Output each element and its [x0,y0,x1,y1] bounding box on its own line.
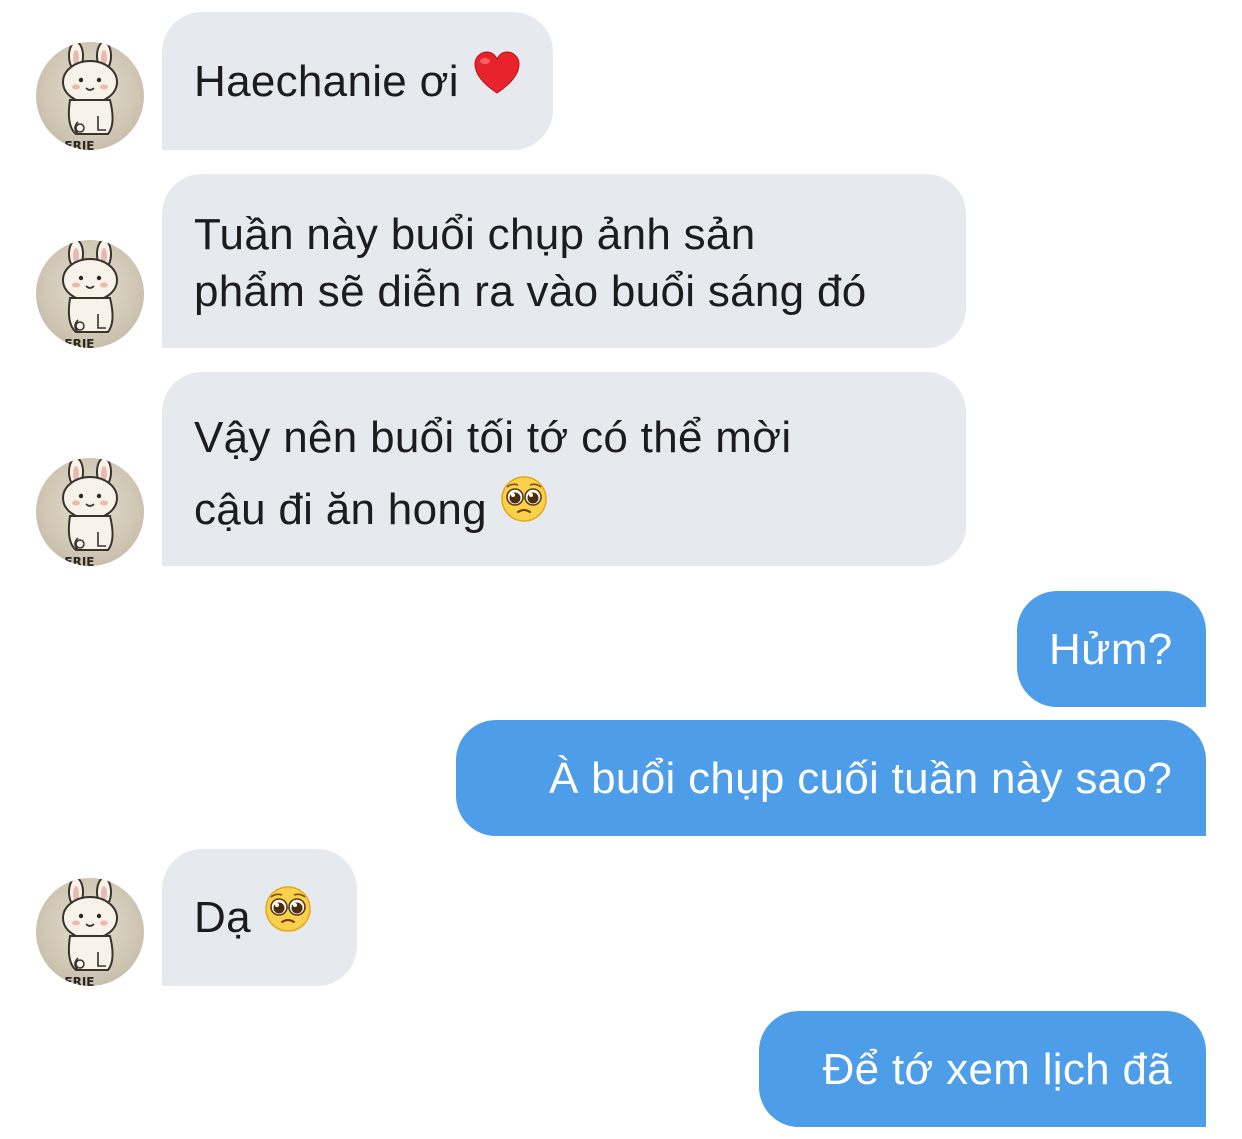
incoming-message-bubble[interactable]: Tuần này buổi chụp ảnh sản phẩm sẽ diễn … [162,174,966,348]
incoming-message-bubble[interactable]: Dạ [162,849,357,986]
avatar[interactable] [36,240,144,348]
avatar[interactable] [36,458,144,566]
bunny-sticker-icon [51,240,118,348]
message-text: Haechanie ơi [194,57,459,106]
message-text: phẩm sẽ diễn ra vào buổi sáng đó [194,267,867,316]
incoming-message-bubble[interactable]: Vậy nên buổi tối tớ có thể mời cậu đi ăn… [162,372,966,566]
message-text: Dạ [194,893,251,942]
avatar[interactable] [36,878,144,986]
heart-icon [473,51,521,109]
bunny-sticker-icon [51,458,118,566]
pleading-face-icon [500,472,547,544]
bunny-sticker-icon [51,42,118,150]
pleading-face-icon [264,886,311,946]
message-text: Để tớ xem lịch đã [822,1045,1172,1094]
message-text: À buổi chụp cuối tuần này sao? [548,754,1172,803]
outgoing-message-bubble[interactable]: À buổi chụp cuối tuần này sao? [456,720,1206,836]
message-text: Hửm? [1049,625,1173,674]
incoming-message-bubble[interactable]: Haechanie ơi [162,12,553,150]
message-text: Vậy nên buổi tối tớ có thể mời [194,413,792,462]
outgoing-message-bubble[interactable]: Hửm? [1017,591,1206,707]
chat-thread: Haechanie ơi Tuần này buổi chụp ảnh sản … [0,0,1242,1139]
bunny-sticker-icon [51,878,118,986]
message-text: cậu đi ăn hong [194,485,487,534]
outgoing-message-bubble[interactable]: Để tớ xem lịch đã [759,1011,1206,1127]
avatar[interactable] [36,42,144,150]
message-text: Tuần này buổi chụp ảnh sản [194,210,756,259]
